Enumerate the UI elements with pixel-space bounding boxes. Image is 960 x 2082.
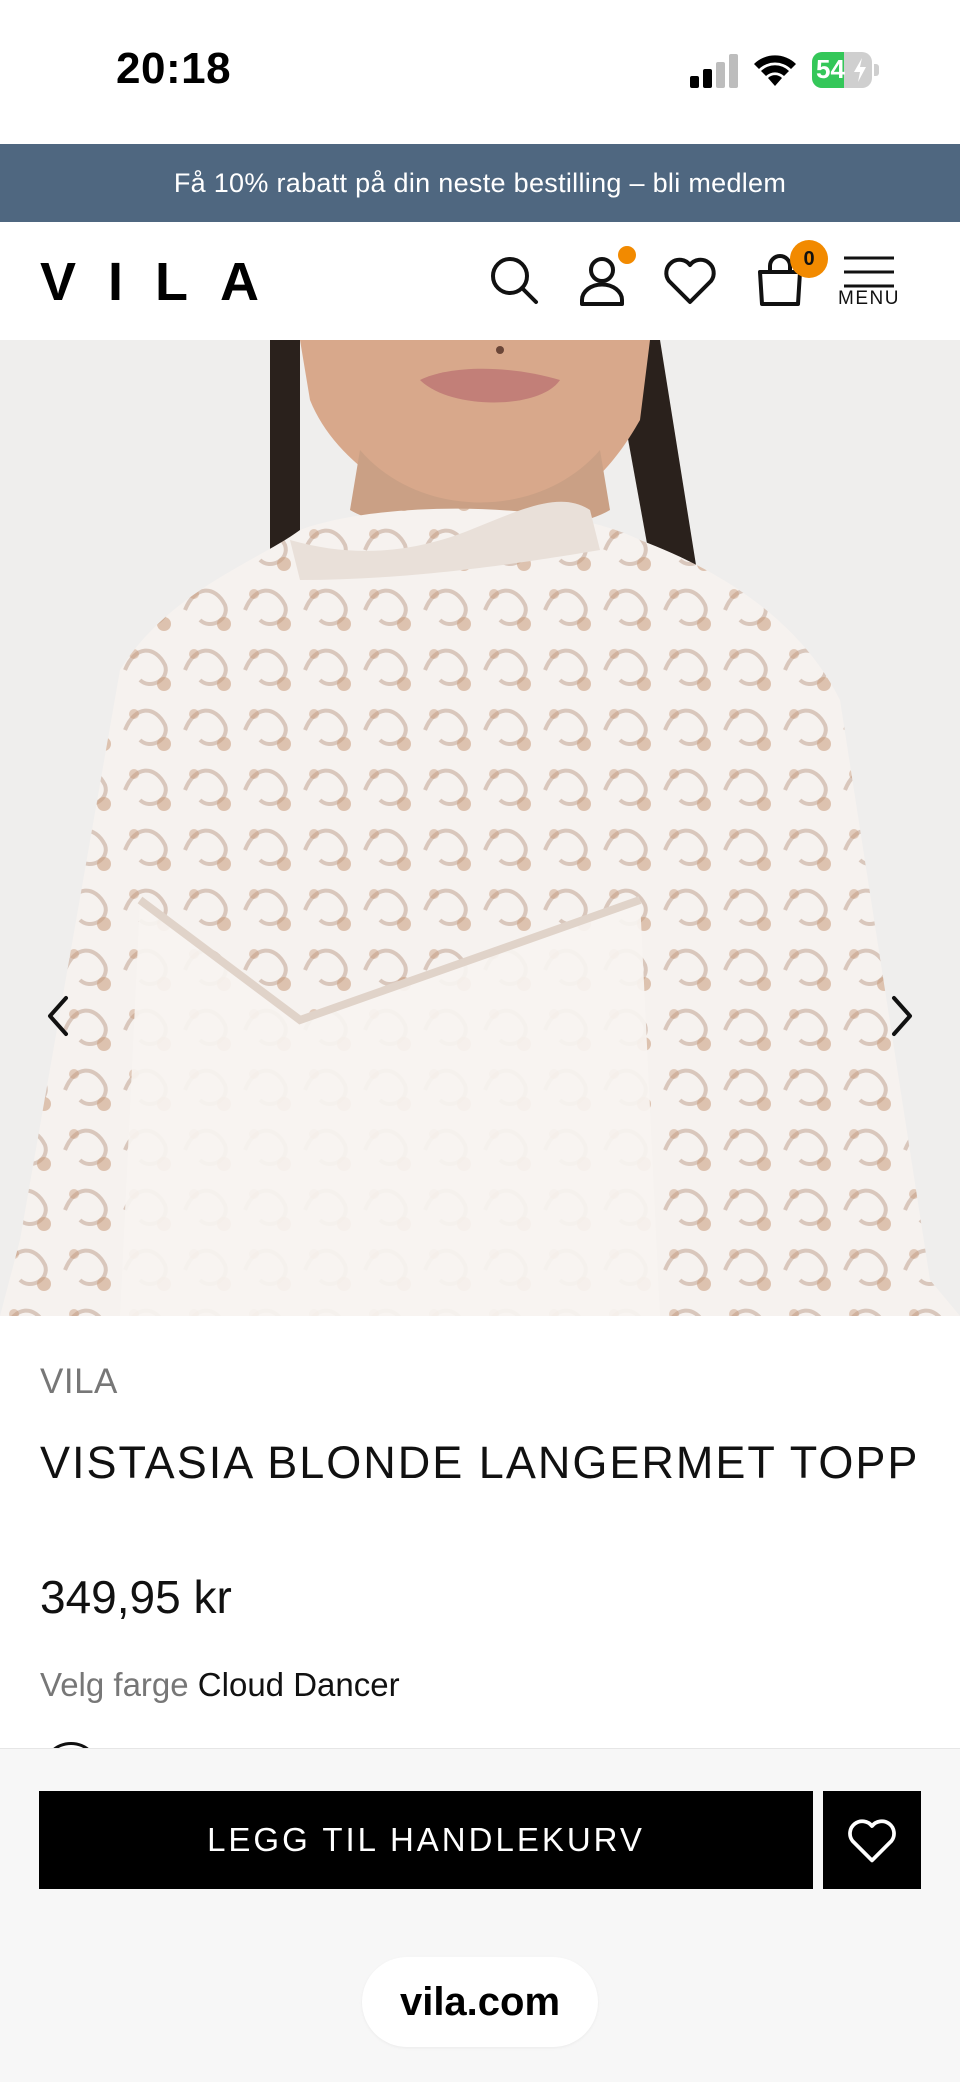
menu-label[interactable]: MENU [838,288,900,310]
add-to-cart-button[interactable]: LEGG TIL HANDLEKURV [39,1791,813,1889]
add-to-wishlist-button[interactable] [823,1791,921,1889]
browser-url-pill[interactable]: vila.com [362,1957,598,2047]
charging-bolt-icon [854,58,866,82]
url-text: vila.com [399,1979,561,2024]
color-label: Velg farge [40,1666,189,1703]
battery-charging-icon: 54 [812,52,880,88]
cellular-signal-icon [690,54,738,88]
chevron-right-icon[interactable] [882,992,922,1040]
search-icon[interactable] [486,252,542,308]
status-time: 20:18 [116,44,232,93]
membership-promo-banner[interactable]: Få 10% rabatt på din neste bestilling – … [0,144,960,222]
chevron-left-icon[interactable] [38,992,78,1040]
product-image-carousel[interactable] [0,340,960,1316]
color-selector-row: Velg farge Cloud Dancer [40,1666,400,1704]
status-bar: 20:18 54 [0,0,960,144]
logo-text: VILA [40,252,260,310]
battery-percent: 54 [816,54,845,84]
promo-text: Få 10% rabatt på din neste bestilling – … [173,167,787,198]
product-title: VISTASIA BLONDE LANGERMET TOPP [40,1437,920,1488]
cart-count-badge: 0 [790,240,828,278]
product-photo [0,340,960,1316]
selected-color: Cloud Dancer [197,1666,400,1703]
sticky-purchase-bar: LEGG TIL HANDLEKURV vila.com [0,1748,960,2082]
account-notification-dot [618,246,636,264]
heart-icon [848,1819,896,1863]
product-brand[interactable]: VILA [40,1362,118,1402]
product-price: 349,95 kr [40,1571,232,1623]
site-header: VILA 0 MENU [0,222,960,340]
vila-logo[interactable]: VILA [40,250,260,310]
wishlist-icon[interactable] [662,252,718,308]
wifi-icon [754,55,796,86]
